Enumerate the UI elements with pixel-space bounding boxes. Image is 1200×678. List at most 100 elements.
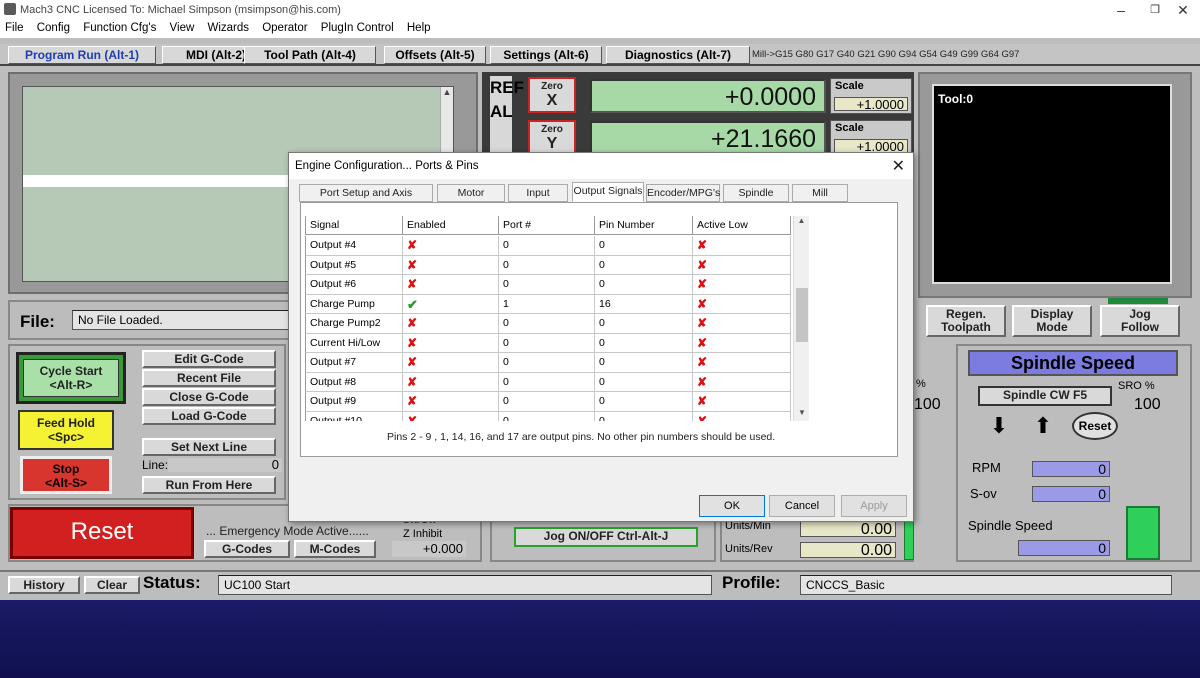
cross-icon[interactable]: ✘ [697, 375, 707, 389]
active-low-cell[interactable]: ✘ [693, 236, 791, 256]
enabled-cell[interactable]: ✘ [403, 314, 499, 334]
zero-x-button[interactable]: Zero X [528, 77, 576, 113]
minimize-icon[interactable]: – [1104, 0, 1138, 20]
pin-cell[interactable]: 0 [595, 255, 693, 275]
scroll-up-icon[interactable]: ▲ [794, 216, 809, 225]
enabled-cell[interactable]: ✘ [403, 333, 499, 353]
cross-icon[interactable]: ✘ [697, 394, 707, 408]
table-row[interactable]: Charge Pump2 ✘ 0 0 ✘ [305, 314, 793, 334]
mcodes-button[interactable]: M-Codes [294, 540, 376, 558]
tab-encoder-mpgs[interactable]: Encoder/MPG's [646, 184, 720, 202]
pin-cell[interactable]: 0 [595, 411, 693, 421]
cross-icon[interactable]: ✘ [697, 336, 707, 350]
ref-all-button[interactable]: REF AL [490, 76, 524, 156]
clear-button[interactable]: Clear [84, 576, 140, 594]
menu-plugin-control[interactable]: PlugIn Control [316, 20, 399, 34]
active-low-cell[interactable]: ✘ [693, 353, 791, 373]
active-low-cell[interactable]: ✘ [693, 255, 791, 275]
jog-follow-button[interactable]: Jog Follow [1100, 305, 1180, 337]
scroll-down-icon[interactable]: ▼ [794, 408, 810, 417]
table-row[interactable]: Output #5 ✘ 0 0 ✘ [305, 255, 793, 275]
tab-mill-options[interactable]: Mill Options [792, 184, 848, 216]
tab-spindle-setup[interactable]: Spindle Setup [723, 184, 789, 216]
menu-operator[interactable]: Operator [257, 20, 312, 34]
reset-button[interactable]: Reset [10, 507, 194, 559]
enabled-cell[interactable]: ✘ [403, 236, 499, 256]
port-cell[interactable]: 0 [499, 392, 595, 412]
tab-input-signals[interactable]: Input Signals [508, 184, 568, 216]
tab-port-setup[interactable]: Port Setup and Axis Selection [299, 184, 433, 216]
enabled-cell[interactable]: ✘ [403, 353, 499, 373]
pin-cell[interactable]: 0 [595, 236, 693, 256]
apply-button[interactable]: Apply [841, 495, 907, 517]
pin-cell[interactable]: 16 [595, 294, 693, 314]
tab-motor-outputs[interactable]: Motor Outputs [437, 184, 505, 216]
table-scrollbar[interactable]: ▲ ▼ [793, 216, 809, 421]
cross-icon[interactable]: ✘ [407, 316, 417, 330]
tab-diagnostics[interactable]: Diagnostics (Alt-7) [606, 46, 750, 64]
dro-x[interactable]: +0.0000 [590, 79, 826, 113]
port-cell[interactable]: 0 [499, 236, 595, 256]
cycle-start-button[interactable]: Cycle Start <Alt-R> [16, 352, 126, 404]
cross-icon[interactable]: ✘ [407, 375, 417, 389]
history-button[interactable]: History [8, 576, 80, 594]
menu-view[interactable]: View [165, 20, 200, 34]
dro-y[interactable]: +21.1660 [590, 121, 826, 155]
spindle-up-arrow-icon[interactable]: ⬆ [1028, 414, 1058, 438]
cross-icon[interactable]: ✘ [697, 355, 707, 369]
table-row[interactable]: Output #4 ✘ 0 0 ✘ [305, 236, 793, 256]
close-gcode-button[interactable]: Close G-Code [142, 388, 276, 406]
active-low-cell[interactable]: ✘ [693, 294, 791, 314]
pin-cell[interactable]: 0 [595, 392, 693, 412]
active-low-cell[interactable]: ✘ [693, 372, 791, 392]
menu-function-cfgs[interactable]: Function Cfg's [78, 20, 161, 34]
cancel-button[interactable]: Cancel [769, 495, 835, 517]
table-row[interactable]: Output #6 ✘ 0 0 ✘ [305, 275, 793, 295]
table-row[interactable]: Output #10 ✘ 0 0 ✘ [305, 411, 793, 422]
cross-icon[interactable]: ✘ [407, 258, 417, 272]
port-cell[interactable]: 0 [499, 333, 595, 353]
active-low-cell[interactable]: ✘ [693, 275, 791, 295]
cross-icon[interactable]: ✘ [407, 414, 417, 422]
enabled-cell[interactable]: ✘ [403, 372, 499, 392]
stop-button[interactable]: Stop <Alt-S> [20, 456, 112, 494]
table-row[interactable]: Current Hi/Low ✘ 0 0 ✘ [305, 333, 793, 353]
active-low-cell[interactable]: ✘ [693, 333, 791, 353]
load-gcode-button[interactable]: Load G-Code [142, 407, 276, 425]
cross-icon[interactable]: ✘ [407, 277, 417, 291]
jog-onoff-button[interactable]: Jog ON/OFF Ctrl-Alt-J [514, 527, 698, 547]
cross-icon[interactable]: ✘ [407, 355, 417, 369]
cross-icon[interactable]: ✘ [407, 394, 417, 408]
cross-icon[interactable]: ✘ [697, 258, 707, 272]
tab-offsets[interactable]: Offsets (Alt-5) [384, 46, 486, 64]
scale-y-value[interactable]: +1.0000 [834, 139, 908, 153]
enabled-cell[interactable]: ✘ [403, 392, 499, 412]
cross-icon[interactable]: ✘ [697, 316, 707, 330]
cross-icon[interactable]: ✘ [407, 336, 417, 350]
menu-wizards[interactable]: Wizards [202, 20, 254, 34]
menu-config[interactable]: Config [32, 20, 75, 34]
table-row[interactable]: Output #7 ✘ 0 0 ✘ [305, 353, 793, 373]
edit-gcode-button[interactable]: Edit G-Code [142, 350, 276, 368]
enabled-cell[interactable]: ✔ [403, 294, 499, 314]
ok-button[interactable]: OK [699, 495, 765, 517]
port-cell[interactable]: 0 [499, 255, 595, 275]
scroll-up-icon[interactable]: ▲ [441, 87, 453, 97]
tab-tool-path[interactable]: Tool Path (Alt-4) [244, 46, 376, 64]
pin-cell[interactable]: 0 [595, 275, 693, 295]
gcodes-button[interactable]: G-Codes [204, 540, 290, 558]
spindle-reset-button[interactable]: Reset [1072, 412, 1118, 440]
tab-program-run[interactable]: Program Run (Alt-1) [8, 46, 156, 64]
table-row[interactable]: Output #9 ✘ 0 0 ✘ [305, 392, 793, 412]
pin-cell[interactable]: 0 [595, 314, 693, 334]
regen-toolpath-button[interactable]: Regen. Toolpath [926, 305, 1006, 337]
port-cell[interactable]: 0 [499, 314, 595, 334]
pin-cell[interactable]: 0 [595, 353, 693, 373]
scroll-thumb[interactable] [796, 288, 808, 342]
port-cell[interactable]: 0 [499, 275, 595, 295]
zero-y-button[interactable]: Zero Y [528, 120, 576, 156]
menu-help[interactable]: Help [402, 20, 436, 34]
dialog-close-icon[interactable]: ✕ [892, 156, 905, 176]
table-row[interactable]: Charge Pump ✔ 1 16 ✘ [305, 294, 793, 314]
active-low-cell[interactable]: ✘ [693, 411, 791, 421]
